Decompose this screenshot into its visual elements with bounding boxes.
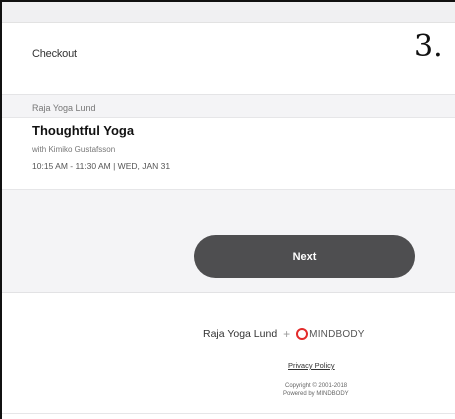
class-name: Thoughtful Yoga: [32, 123, 135, 138]
mindbody-ring-icon: [296, 328, 309, 340]
privacy-policy-link[interactable]: Privacy Policy: [288, 361, 335, 370]
bottom-divider: [2, 413, 455, 414]
footer-brand-row: Raja Yoga Lund + MINDBODY: [203, 327, 365, 341]
page-title: Checkout: [32, 48, 77, 60]
footer: [2, 292, 455, 419]
mindbody-logo: MINDBODY: [296, 328, 365, 340]
instructor-name: with Kimiko Gustafsson: [32, 145, 116, 154]
top-bar: [2, 2, 455, 23]
studio-name: Raja Yoga Lund: [32, 103, 96, 113]
plus-sign: +: [283, 327, 291, 341]
mindbody-wordmark: MINDBODY: [309, 328, 365, 340]
class-schedule: 10:15 AM - 11:30 AM | WED, JAN 31: [32, 161, 171, 171]
next-button[interactable]: Next: [194, 235, 415, 278]
step-number: 3.: [414, 29, 443, 64]
studio-brand: Raja Yoga Lund: [203, 328, 278, 340]
powered-by-text: Powered by MINDBODY: [283, 391, 349, 397]
copyright-text: Copyright © 2001-2018: [285, 383, 348, 389]
